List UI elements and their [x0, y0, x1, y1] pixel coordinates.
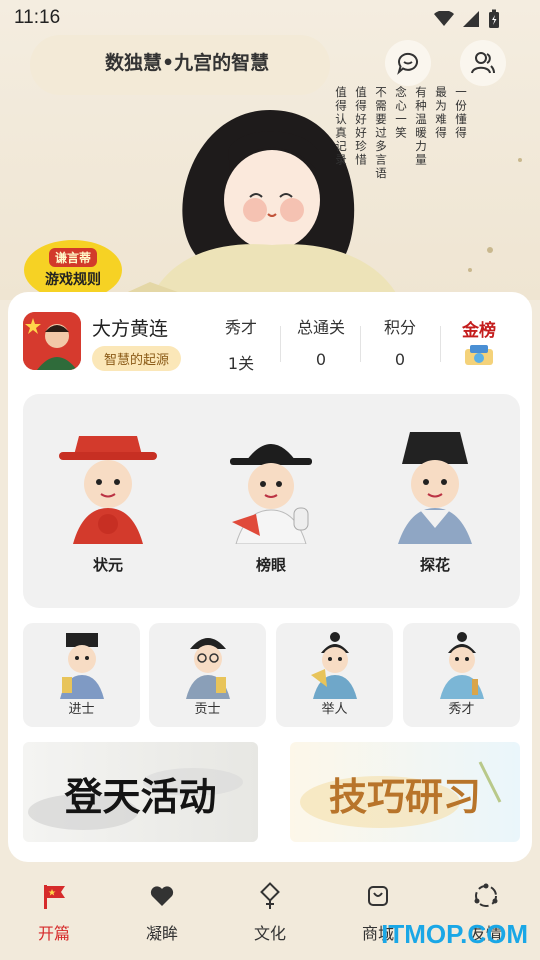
nav-wenhua[interactable]: 文化	[230, 882, 310, 944]
juren-avatar	[310, 632, 357, 699]
rules-tag: 谦言蒂	[48, 248, 97, 267]
poem-text: 一份懂得 最为难得 有种温暖力量 念心一笑 不需要过多言语 值得好好珍惜 值得认…	[334, 86, 468, 181]
rank-zhuangyuan[interactable]: 状元	[48, 424, 168, 575]
gongshi-avatar	[185, 638, 230, 699]
divider	[440, 326, 441, 362]
rank-juren[interactable]: 举人	[276, 623, 393, 727]
poem-line: 值得好好珍惜	[354, 86, 368, 167]
gold-board-button[interactable]: 金榜	[454, 316, 504, 375]
nav-ningmou[interactable]: 凝眸	[122, 882, 202, 944]
heart-icon	[150, 886, 174, 906]
chat-bubble-icon	[397, 52, 418, 75]
shop-bag-icon	[368, 886, 388, 906]
banner-title: 登天活动	[64, 774, 217, 819]
friends-button[interactable]	[460, 40, 506, 86]
rank-xiucai[interactable]: 秀才	[403, 623, 520, 727]
climb-event-banner[interactable]: 登天活动	[23, 742, 258, 842]
rank-label: 举人	[321, 702, 348, 717]
stat-level: 秀才 1关	[201, 314, 281, 374]
rank-gongshi[interactable]: 贡士	[149, 623, 266, 727]
scroll-icon	[465, 345, 493, 365]
stat-value: 0	[315, 350, 327, 369]
stat-label: 秀才	[224, 318, 257, 337]
rank-label: 秀才	[448, 702, 475, 717]
game-rules-button[interactable]: 谦言蒂 游戏规则	[24, 240, 122, 308]
top3-panel: 状元 榜眼 探花	[23, 394, 520, 608]
poem-line: 念心一笑	[394, 86, 408, 140]
banner-title: 技巧研习	[328, 774, 481, 819]
gold-board-label: 金榜	[462, 321, 496, 341]
rank-label: 进士	[68, 702, 95, 717]
rank-bangyan[interactable]: 榜眼	[211, 424, 331, 575]
tanhua-avatar	[398, 432, 472, 544]
nav-kaipian[interactable]: 开篇	[14, 882, 94, 944]
status-time: 11:16	[14, 7, 61, 28]
stat-points: 积分 0	[360, 314, 440, 369]
rank-label: 榜眼	[255, 556, 286, 574]
rank-label: 状元	[92, 556, 123, 574]
rules-label: 游戏规则	[45, 272, 101, 288]
wifi-icon	[434, 11, 454, 26]
skill-study-banner[interactable]: 技巧研习	[290, 742, 520, 842]
rank-list: 进士 贡士 举人 秀才	[23, 623, 520, 729]
signal-icon	[463, 11, 479, 27]
avatar-image	[23, 312, 81, 370]
zhuangyuan-avatar	[59, 436, 157, 544]
main-card: 大方黄连 智慧的起源 秀才 1关 总通关 0 积分 0 金榜 状元 榜眼 探花 …	[8, 292, 532, 862]
user-name: 大方黄连	[92, 318, 169, 340]
stat-total-cleared: 总通关 0	[281, 314, 361, 369]
friends-icon	[471, 52, 495, 74]
flag-icon	[44, 885, 65, 909]
rank-tanhua[interactable]: 探花	[375, 424, 495, 575]
bangyan-avatar	[230, 444, 312, 545]
battery-icon	[489, 9, 499, 28]
watermark: ITMOP.COM	[381, 919, 528, 949]
stat-label: 积分	[383, 318, 416, 337]
stat-value: 0	[394, 350, 406, 369]
rank-jinshi[interactable]: 进士	[23, 623, 140, 727]
user-title-badge: 智慧的起源	[92, 346, 182, 371]
xiucai-avatar	[439, 632, 484, 699]
poem-line: 最为难得	[434, 86, 448, 140]
rank-label: 探花	[419, 556, 450, 574]
jinshi-avatar	[59, 633, 104, 699]
poem-line: 一份懂得	[454, 86, 468, 140]
friends-circle-icon	[474, 883, 498, 907]
page-title: 数独慧•九宫的智慧	[105, 52, 270, 74]
avatar[interactable]	[23, 312, 81, 370]
stat-value: 1关	[227, 354, 255, 373]
nav-label: 文化	[253, 924, 286, 943]
poem-line: 不需要过多言语	[374, 86, 388, 181]
knot-icon	[260, 882, 280, 909]
stat-label: 总通关	[296, 318, 345, 337]
nav-label: 凝眸	[145, 924, 178, 943]
poem-line: 有种温暖力量	[414, 86, 428, 167]
rank-label: 贡士	[194, 702, 221, 717]
nav-label: 开篇	[37, 924, 70, 943]
chat-button[interactable]	[385, 40, 431, 86]
status-bar: 11:16	[0, 0, 540, 36]
poem-line: 值得认真记录	[334, 86, 348, 167]
